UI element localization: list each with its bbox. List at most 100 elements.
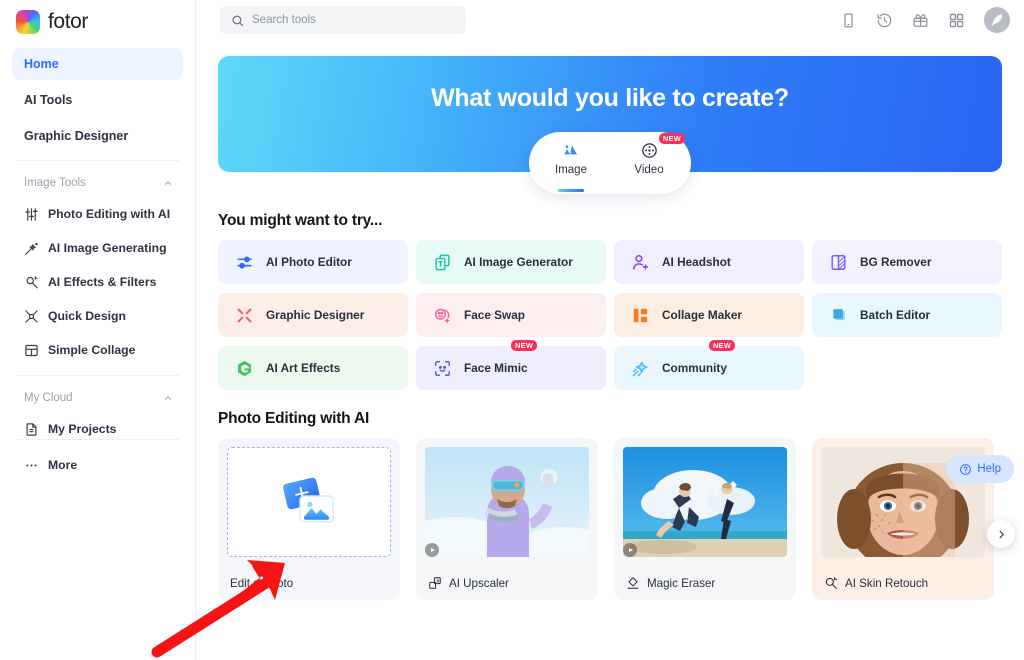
new-badge: NEW (511, 340, 538, 351)
sidebar-item-label: AI Image Generating (48, 241, 167, 255)
sidebar-item-simple-collage[interactable]: Simple Collage (12, 333, 183, 367)
tile-graphic-designer[interactable]: Graphic Designer (218, 293, 408, 337)
tile-label: Face Mimic (464, 361, 528, 375)
carousel-next-button[interactable] (987, 520, 1015, 548)
play-icon[interactable] (425, 543, 439, 557)
play-icon[interactable] (623, 543, 637, 557)
card-label-row: AI Skin Retouch (812, 566, 994, 600)
apps-grid-icon[interactable] (948, 12, 965, 29)
magic-effects-icon (26, 275, 38, 288)
sidebar-item-photo-editing-with-ai[interactable]: Photo Editing with AI (12, 197, 183, 231)
card-label: Edit a Photo (230, 576, 294, 590)
mobile-app-icon[interactable] (840, 12, 857, 29)
sidebar-more-section: More (12, 431, 183, 482)
gift-icon[interactable] (912, 12, 929, 29)
card-label-row: Magic Eraser (614, 566, 796, 600)
hero-title: What would you like to create? (431, 84, 789, 112)
collage-blocks-icon (633, 308, 648, 322)
upscale-icon (429, 577, 441, 589)
gem-icon (238, 360, 251, 376)
mountain-image-icon (563, 145, 577, 155)
card-media (416, 438, 598, 566)
new-badge: NEW (658, 133, 685, 144)
sidebar-item-label: Photo Editing with AI (48, 207, 171, 221)
sidebar-group-label: Image Tools (24, 177, 86, 189)
search-input[interactable]: Search tools (220, 6, 466, 34)
top-bar-actions (840, 7, 1010, 33)
tile-label: AI Photo Editor (266, 255, 352, 269)
try-tiles-grid: AI Photo Editor AI Image Generator AI He… (218, 240, 1002, 390)
tile-collage-maker[interactable]: Collage Maker (614, 293, 804, 337)
photo-editing-section: Photo Editing with AI Edit a Photo AI Up… (196, 410, 1024, 600)
chevron-up-icon (165, 181, 171, 185)
sidebar-item-label: Home (24, 57, 59, 71)
tab-image[interactable]: Image (544, 141, 598, 192)
tile-label: AI Headshot (662, 255, 731, 269)
sidebar-item-more[interactable]: More (12, 448, 183, 482)
tile-label: AI Image Generator (464, 255, 573, 269)
sidebar-item-label: Quick Design (48, 309, 126, 323)
card-ai-upscaler[interactable]: AI Upscaler (416, 438, 598, 600)
sidebar-item-home[interactable]: Home (12, 48, 183, 80)
sidebar-group-image-tools[interactable]: Image Tools (12, 169, 183, 197)
tile-batch-editor[interactable]: Batch Editor (812, 293, 1002, 337)
search-icon (232, 15, 243, 26)
tile-label: Graphic Designer (266, 308, 365, 322)
tile-face-mimic[interactable]: Face Mimic NEW (416, 340, 606, 390)
brand[interactable]: fotor (12, 0, 183, 44)
tile-ai-art-effects[interactable]: AI Art Effects (218, 346, 408, 390)
sidebar-item-ai-image-generating[interactable]: AI Image Generating (12, 231, 183, 265)
photo-dropzone[interactable] (227, 447, 391, 557)
create-type-switcher: Image Video NEW (529, 132, 691, 194)
add-photo-icon (283, 477, 334, 523)
card-label-row: AI Upscaler (416, 566, 598, 600)
history-icon[interactable] (876, 12, 893, 29)
tile-bg-remover[interactable]: BG Remover (812, 240, 1002, 284)
sidebar-divider-3 (16, 439, 179, 440)
sidebar-group-my-cloud[interactable]: My Cloud (12, 384, 183, 412)
tile-ai-photo-editor[interactable]: AI Photo Editor (218, 240, 408, 284)
sidebar-item-label: AI Effects & Filters (48, 275, 157, 289)
tile-label: BG Remover (860, 255, 932, 269)
tile-ai-headshot[interactable]: AI Headshot (614, 240, 804, 284)
new-badge: NEW (709, 340, 736, 351)
skin-retouch-icon (825, 577, 837, 589)
card-magic-eraser[interactable]: Magic Eraser (614, 438, 796, 600)
try-section-title: You might want to try... (218, 212, 383, 229)
tile-label: Face Swap (464, 308, 525, 322)
chevron-up-icon (165, 396, 171, 400)
bg-remove-icon (831, 254, 846, 270)
question-circle-icon (960, 463, 972, 475)
card-edit-a-photo[interactable]: Edit a Photo (218, 438, 400, 600)
tile-ai-image-generator[interactable]: AI Image Generator (416, 240, 606, 284)
help-button[interactable]: Help (946, 455, 1014, 483)
crossed-tools-icon (237, 308, 252, 322)
sidebar-divider-1 (16, 160, 179, 161)
card-media (218, 438, 400, 566)
ellipsis-icon (26, 464, 37, 466)
sidebar-primary-nav: Home AI Tools Graphic Designer (12, 48, 183, 152)
photo-editing-section-title: Photo Editing with AI (218, 410, 370, 427)
card-label: AI Skin Retouch (845, 576, 929, 590)
try-section: You might want to try... AI Photo Editor… (196, 212, 1024, 390)
tile-label: Community (662, 361, 727, 375)
sidebar-item-quick-design[interactable]: Quick Design (12, 299, 183, 333)
batch-layers-icon (833, 308, 845, 320)
eraser-icon (627, 577, 639, 589)
chevron-right-icon (999, 530, 1004, 538)
jumping-people-photo (623, 447, 787, 557)
sidebar-item-ai-effects-filters[interactable]: AI Effects & Filters (12, 265, 183, 299)
sidebar-item-label: Graphic Designer (24, 129, 129, 143)
tab-label: Video (634, 164, 664, 176)
sidebar-item-ai-tools[interactable]: AI Tools (12, 84, 183, 116)
tile-face-swap[interactable]: Face Swap (416, 293, 606, 337)
fotor-logo-icon (16, 10, 40, 34)
user-avatar[interactable] (984, 7, 1010, 33)
sidebar-divider-2 (16, 375, 179, 376)
tab-video[interactable]: Video NEW (622, 133, 685, 176)
sidebar-item-graphic-designer[interactable]: Graphic Designer (12, 120, 183, 152)
card-label: Magic Eraser (647, 576, 716, 590)
sidebar-item-label: AI Tools (24, 93, 73, 107)
tile-label: Batch Editor (860, 308, 931, 322)
tile-community[interactable]: Community NEW (614, 340, 804, 390)
